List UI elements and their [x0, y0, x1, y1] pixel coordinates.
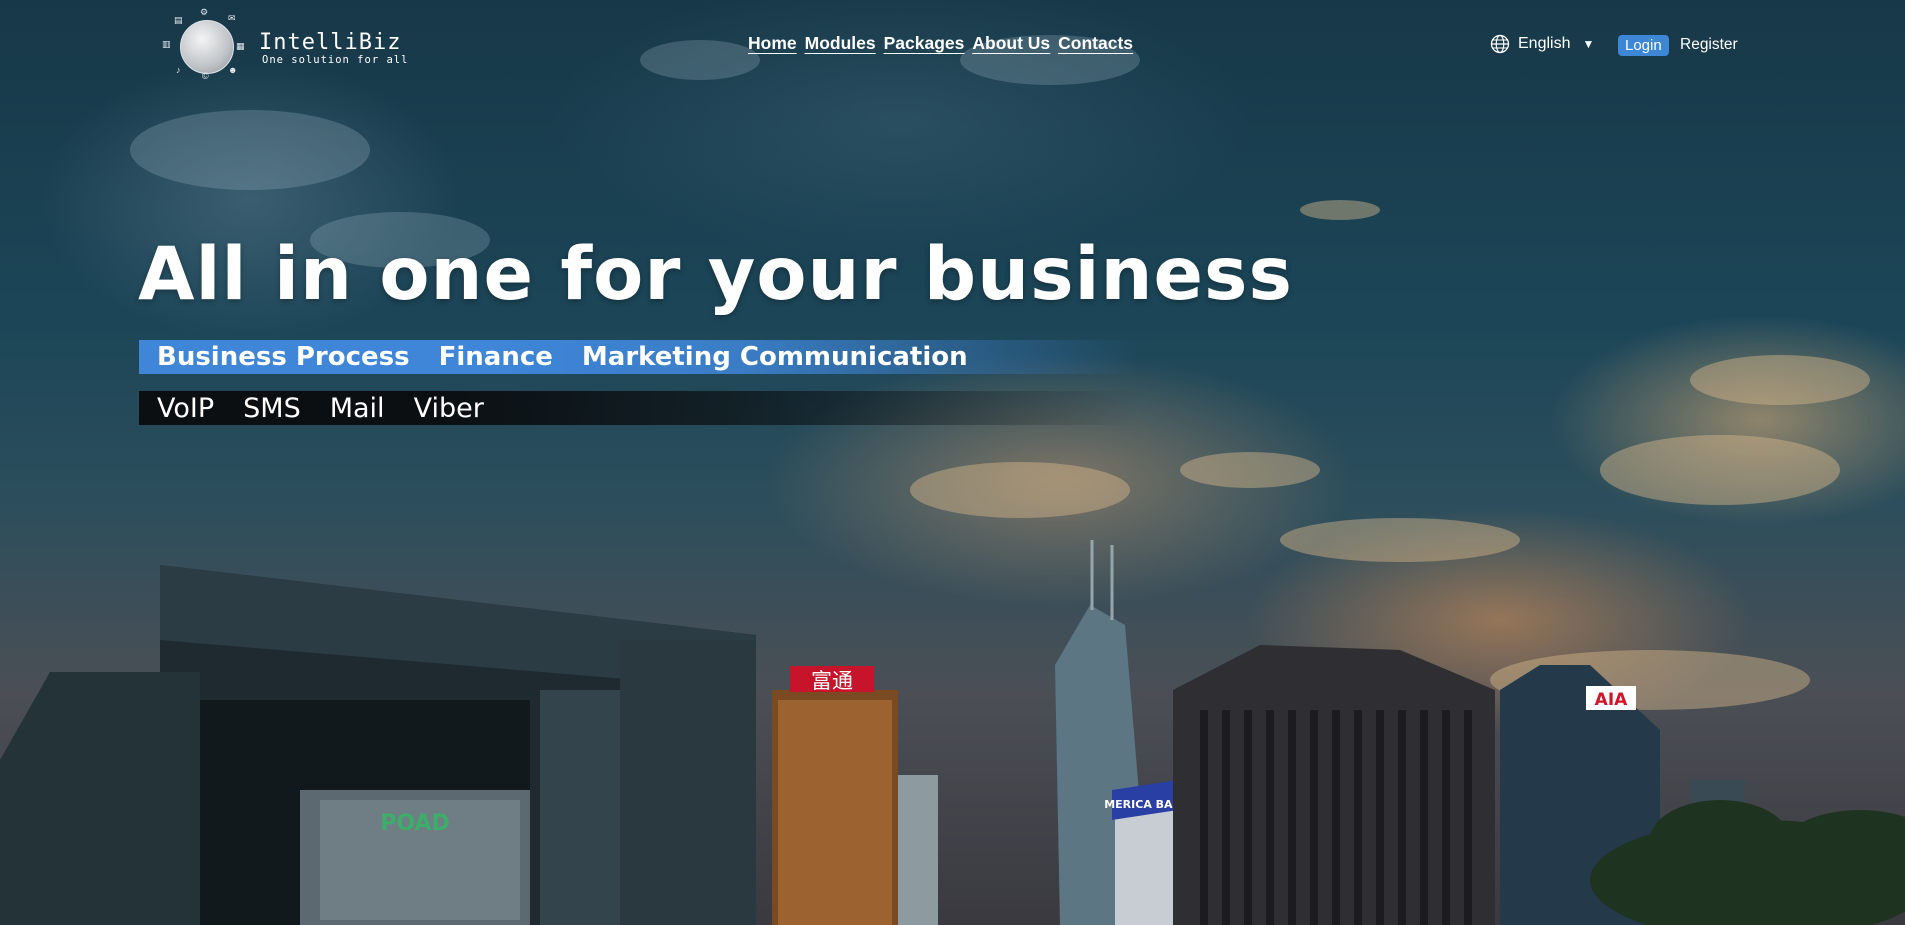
brand-tagline: One solution for all [262, 54, 409, 66]
calculator-icon: ▦ [236, 41, 245, 51]
register-link[interactable]: Register [1680, 36, 1738, 54]
globe-logo-icon [180, 20, 234, 74]
brand-name: IntelliBiz [259, 30, 402, 55]
nav-home[interactable]: Home [748, 33, 797, 54]
channels-band: VoIP SMS Mail Viber [139, 391, 1139, 425]
channel-sms: SMS [243, 392, 301, 424]
svg-text:AIA: AIA [1595, 690, 1628, 710]
language-label: English [1518, 35, 1571, 52]
users-icon: ☻ [228, 65, 238, 75]
bell-icon: ♪ [176, 65, 181, 75]
language-selector[interactable]: English ▼ [1490, 34, 1594, 54]
nav-modules[interactable]: Modules [805, 33, 876, 54]
channel-mail: Mail [329, 392, 385, 424]
brand-logo[interactable]: ▤ ⚙ ✉ ▥ ▦ ♪ © ☻ IntelliBiz One solution … [162, 8, 422, 86]
login-button[interactable]: Login [1618, 35, 1669, 56]
copyright-icon: © [202, 71, 209, 81]
nav-packages[interactable]: Packages [884, 33, 965, 54]
feature-finance: Finance [438, 342, 553, 372]
main-navigation: Home Modules Packages About Us Contacts [748, 33, 1133, 54]
svg-text:富通: 富通 [811, 669, 853, 693]
hero-background-cityscape: POAD 富通 MERICA BAN AIA [0, 0, 1905, 925]
feature-business-process: Business Process [157, 342, 410, 372]
document-icon: ▤ [174, 15, 183, 25]
file-icon: ▥ [162, 39, 171, 49]
globe-icon [1490, 34, 1510, 54]
hero-title: All in one for your business [138, 232, 1293, 317]
channel-voip: VoIP [157, 392, 215, 424]
svg-text:POAD: POAD [380, 811, 450, 836]
nav-about-us[interactable]: About Us [972, 33, 1050, 54]
feature-marketing-communication: Marketing Communication [581, 342, 968, 372]
svg-text:MERICA BAN: MERICA BAN [1104, 798, 1182, 811]
gears-icon: ⚙ [200, 7, 209, 17]
nav-contacts[interactable]: Contacts [1058, 33, 1133, 54]
caret-down-icon: ▼ [1582, 37, 1595, 51]
mail-icon: ✉ [228, 13, 236, 23]
primary-features-band: Business Process Finance Marketing Commu… [139, 340, 1139, 374]
channel-viber: Viber [413, 392, 484, 424]
site-header: ▤ ⚙ ✉ ▥ ▦ ♪ © ☻ IntelliBiz One solution … [0, 0, 1905, 90]
